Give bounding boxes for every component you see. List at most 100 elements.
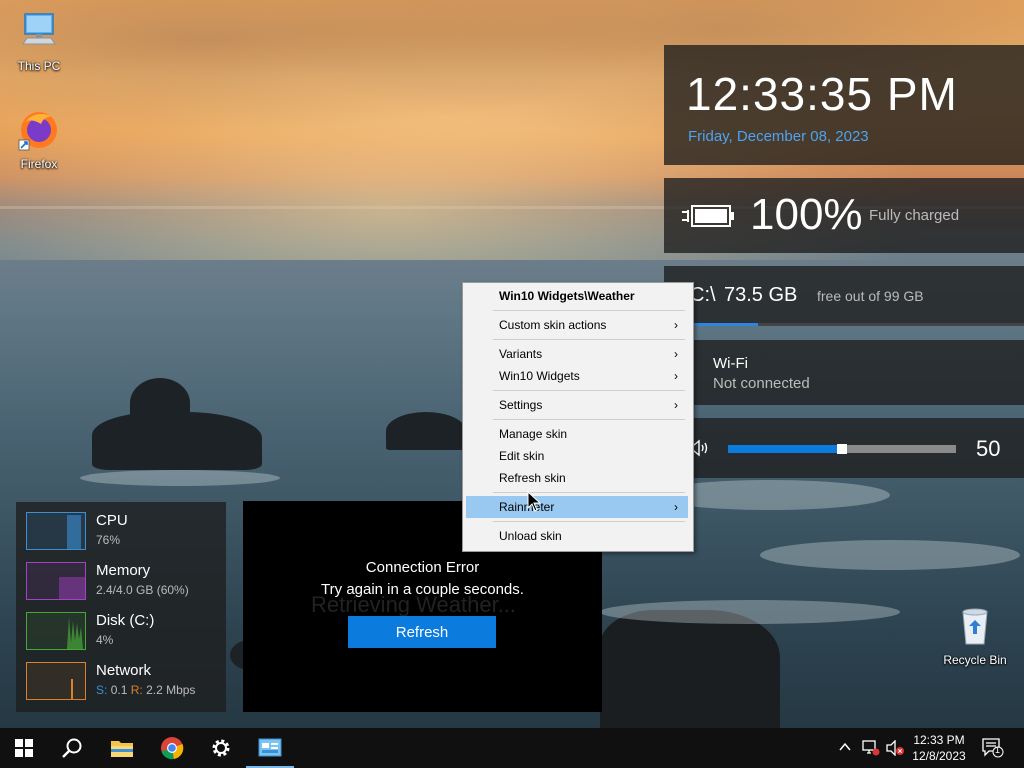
start-button[interactable] [0,728,48,768]
clock-time: 12:33:35 PM [686,68,958,120]
taskbar-settings[interactable] [197,728,245,768]
volume-slider-thumb[interactable] [837,444,847,454]
action-center-button[interactable]: 1 [982,738,1004,761]
chrome-icon [161,737,184,760]
clock-date: Friday, December 08, 2023 [688,128,869,145]
weather-error-title: Connection Error [365,559,480,576]
menu-item-refresh-skin[interactable]: Refresh skin [466,467,688,489]
network-graph [26,662,86,700]
network-receive-label: R: [130,683,143,697]
mouse-cursor-icon [527,491,542,512]
chevron-right-icon: › [674,369,678,383]
menu-item-custom-skin-actions[interactable]: Custom skin actions › [466,314,688,336]
menu-separator [493,339,685,340]
menu-item-label: Manage skin [499,427,568,441]
network-send-value: 0.1 [110,683,128,697]
chevron-right-icon: › [674,398,678,412]
cpu-value: 76% [96,533,121,547]
weather-refresh-button[interactable]: Refresh [348,616,496,648]
wifi-widget: Wi-Fi Not connected [664,340,1024,405]
menu-item-label: Variants [499,347,543,361]
tray-network-button[interactable] [862,740,880,759]
volume-slider-fill [728,445,842,453]
chevron-up-icon [839,742,851,751]
disk-row: Disk (C:) 4% [26,612,226,652]
network-label: Network [96,662,152,679]
menu-item-unload-skin[interactable]: Unload skin [466,525,688,547]
menu-item-edit-skin[interactable]: Edit skin [466,445,688,467]
memory-label: Memory [96,562,151,579]
disk-free: 73.5 GB [724,284,798,306]
wifi-status: Not connected [713,375,810,392]
menu-separator [493,419,685,420]
tray-overflow-button[interactable] [838,740,852,757]
battery-status: Fully charged [869,207,960,224]
clock-widget: 12:33:35 PM Friday, December 08, 2023 [664,45,1024,165]
menu-item-rainmeter[interactable]: Rainmeter › [466,496,688,518]
network-value: S: 0.1 R: 2.2 Mbps [96,683,195,697]
taskbar-file-explorer[interactable] [98,728,146,768]
network-send-label: S: [96,683,108,697]
folder-icon [111,741,133,757]
computer-icon [22,13,56,45]
desktop-icon-firefox[interactable]: Firefox [7,108,71,171]
chevron-right-icon: › [674,318,678,332]
menu-item-label: Unload skin [499,529,562,543]
disk-total: free out of 99 GB [817,288,924,304]
menu-item-settings[interactable]: Settings › [466,394,688,416]
menu-title: Win10 Widgets\Weather [499,289,635,303]
battery-icon [682,205,734,227]
desktop-icon-this-pc[interactable]: This PC [7,10,71,73]
menu-item-variants[interactable]: Variants › [466,343,688,365]
menu-item-label: Refresh skin [499,471,566,485]
battery-percent: 100% [750,190,863,239]
volume-value: 50 [976,436,1001,461]
disk-widget: C:\ 73.5 GB free out of 99 GB [664,266,1024,326]
battery-widget: 100% Fully charged [664,178,1024,253]
disk-label: Disk (C:) [96,612,155,629]
search-button[interactable] [48,728,96,768]
menu-item-label: Win10 Widgets [499,369,580,383]
volume-widget: 50 [664,418,1024,478]
menu-item-manage-skin[interactable]: Manage skin [466,423,688,445]
control-panel-icon [258,738,282,757]
cpu-row: CPU 76% [26,512,226,552]
menu-separator [493,310,685,311]
skin-context-menu: Win10 Widgets\Weather Custom skin action… [462,282,694,552]
notification-count: 1 [995,745,1001,755]
desktop-icon-label: Recycle Bin [943,653,1007,667]
desktop-icon-label: Firefox [20,157,58,171]
disk-graph [26,612,86,650]
cpu-label: CPU [96,512,128,529]
gear-icon [212,739,230,757]
menu-item-label: Custom skin actions [499,318,607,332]
tray-clock[interactable]: 12:33 PM 12/8/2023 [910,732,968,764]
tray-date: 12/8/2023 [912,749,966,763]
chevron-right-icon: › [674,347,678,361]
weather-error-message: Try again in a couple seconds. [321,581,524,598]
system-monitor-widget: CPU 76% Memory 2.4/4.0 GB (60%) Disk (C:… [16,502,226,712]
network-row: Network S: 0.1 R: 2.2 Mbps [26,662,226,702]
desktop-icon-recycle-bin[interactable]: Recycle Bin [943,604,1007,667]
network-disconnected-icon [862,740,880,756]
network-receive-value: 2.2 Mbps [146,683,196,697]
menu-item-label: Settings [499,398,543,412]
firefox-icon [18,112,57,151]
taskbar-chrome[interactable] [148,728,196,768]
taskbar-rainmeter[interactable] [246,728,294,768]
cpu-graph [26,512,86,550]
menu-item-win10-widgets[interactable]: Win10 Widgets › [466,365,688,387]
windows-logo-icon [15,739,33,757]
memory-value: 2.4/4.0 GB (60%) [96,583,189,597]
disk-value: 4% [96,633,114,647]
memory-row: Memory 2.4/4.0 GB (60%) [26,562,226,602]
chevron-right-icon: › [674,500,678,514]
memory-graph [26,562,86,600]
volume-slider[interactable] [728,444,956,454]
tray-time: 12:33 PM [913,733,965,747]
wifi-title: Wi-Fi [713,355,748,372]
disk-usage-bar [664,323,1024,326]
notification-icon [982,738,1004,758]
menu-item-label: Edit skin [499,449,545,463]
tray-volume-button[interactable] [886,739,906,759]
